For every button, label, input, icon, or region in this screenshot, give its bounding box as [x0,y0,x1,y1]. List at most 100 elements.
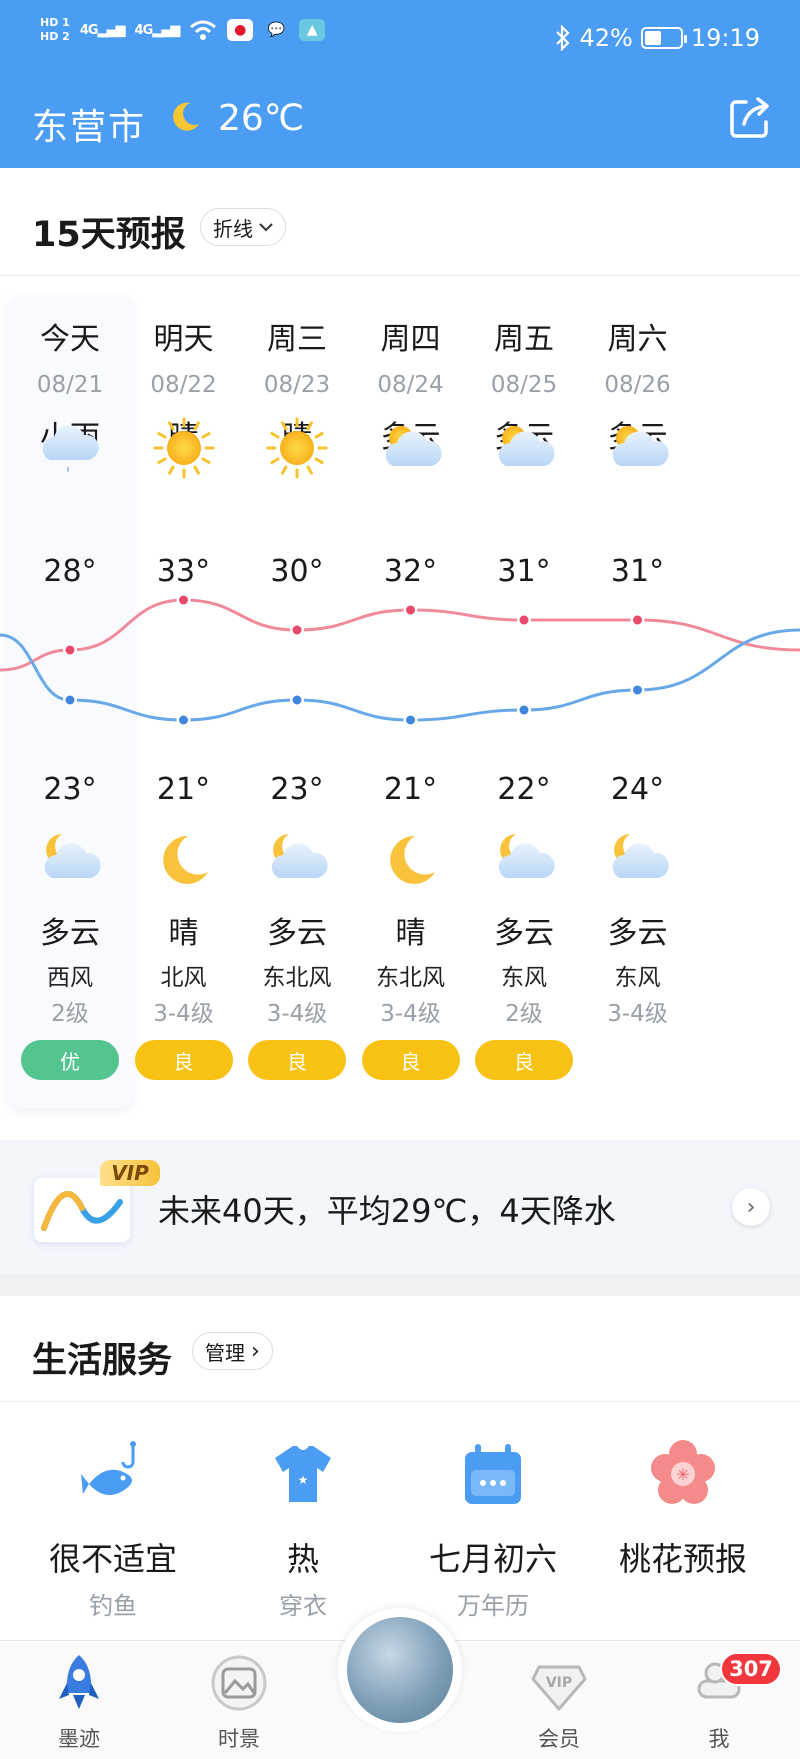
nav-label: 墨迹 [58,1727,100,1751]
trend-chart-icon [34,1178,130,1242]
wind-level: 3-4级 [266,1001,328,1027]
calendar-icon [465,1444,521,1504]
chart-mode-dropdown[interactable]: 折线 [200,208,286,246]
app-notification-icon: ▲ [299,19,326,41]
night-weather: 多云 [267,916,327,951]
rain-cloud-icon [42,425,99,472]
weather-app-screen: HD 1 HD 2 4G▂▄▆ 4G▂▄▆ ● 💬 ▲ 42% 19:19 东营… [0,0,800,1759]
low-temp-point [406,715,415,725]
low-temp-point [519,705,529,715]
manage-button[interactable]: 管理 › [192,1332,273,1370]
aqi-badge: 良 [134,1040,233,1080]
sun-icon [266,417,328,479]
section-divider [0,1274,800,1296]
nav-label: 我 [708,1727,730,1751]
wind-direction: 北风 [160,965,207,991]
wind-direction: 东北风 [376,965,445,991]
night-weather: 多云 [607,916,668,951]
nav-label: 时景 [218,1727,260,1751]
chart-mode-label: 折线 [213,216,253,241]
bluetooth-icon [556,25,571,51]
vip-banner-text: 未来40天，平均29℃，4天降水 [158,1192,616,1230]
city-name[interactable]: 东营市 [32,98,146,150]
service-blossom[interactable]: ✳ 桃花预报 [588,1440,778,1630]
nav-scenery[interactable]: 时景 [184,1653,294,1753]
nav-label: 会员 [538,1727,580,1751]
low-temp-point [179,715,188,725]
sun-icon [153,417,214,479]
weather-globe-button[interactable] [338,1608,462,1732]
chevron-right-icon[interactable]: › [732,1188,770,1226]
day-date: 08/24 [377,372,444,398]
vip-forecast-banner[interactable]: VIP 未来40天，平均29℃，4天降水 › [0,1140,800,1274]
battery-icon [640,27,687,49]
moon-cloud-icon [498,834,555,878]
day-name: 周三 [267,322,327,357]
service-main: 很不适宜 [48,1540,177,1578]
high-temp-point [519,615,529,625]
svg-text:✳: ✳ [676,1465,689,1484]
nav-member[interactable]: VIP 会员 [504,1653,614,1753]
sun-cloud-icon [385,426,442,466]
day-name: 周五 [494,322,554,357]
net2-label: 4G [134,22,154,38]
wind-level: 3-4级 [607,1001,668,1027]
day-name: 今天 [40,322,100,357]
top-bar: HD 1 HD 2 4G▂▄▆ 4G▂▄▆ ● 💬 ▲ 42% 19:19 东营… [0,0,800,168]
day-name: 明天 [153,322,214,357]
chevron-right-icon: › [251,1338,260,1364]
header: 东营市 26℃ [0,84,800,168]
high-temp-point [179,595,188,605]
rocket-icon [59,1655,99,1709]
wind-direction: 东风 [501,965,547,991]
net1-label: 4G [79,22,99,38]
battery-percent: 42% [579,24,633,52]
life-services-header: 生活服务 管理 › [0,1296,800,1402]
low-temp-point [633,685,642,695]
day-date: 08/21 [36,372,104,398]
sun-cloud-icon [612,426,669,466]
signal-1: 4G▂▄▆ [79,22,126,38]
moon-cloud-icon [271,834,328,878]
service-calendar[interactable]: 七月初六 万年历 [398,1440,588,1630]
share-icon[interactable] [726,94,774,142]
service-fishing[interactable]: 很不适宜 钓鱼 [18,1440,208,1630]
night-weather: 多云 [40,916,100,951]
low-temp-point [65,695,75,705]
moon-icon [173,102,199,131]
day-date: 08/25 [490,372,558,398]
vip-badge: VIP [100,1160,160,1186]
current-temperature: 26℃ [218,98,305,139]
night-weather: 晴 [395,916,426,951]
clock: 19:19 [690,24,760,52]
aqi-badge: 良 [248,1040,346,1080]
day-name: 周六 [607,322,668,357]
signal-2: 4G▂▄▆ [134,22,181,38]
nav-moji[interactable]: 墨迹 [24,1653,134,1753]
weibo-icon: ● [227,19,254,41]
vip-icon: VIP [531,1665,587,1711]
forecast-title: 15天预报 [32,215,186,255]
notification-badge: 307 [720,1652,782,1686]
moon-icon [389,835,435,884]
hd-indicator: HD 1 HD 2 [40,16,70,44]
forecast-header: 15天预报 折线 [0,168,800,276]
low-temp-point [292,695,302,705]
status-right: 42% 19:19 [555,24,760,52]
high-temp-point [292,625,302,635]
status-left: HD 1 HD 2 4G▂▄▆ 4G▂▄▆ ● 💬 ▲ [40,16,326,44]
day-date: 08/23 [263,372,331,398]
wind-level: 3-4级 [153,1001,214,1027]
service-main: 热 [286,1540,319,1578]
service-sub: 钓鱼 [89,1592,137,1620]
night-weather: 晴 [168,916,199,951]
wind-level: 3-4级 [380,1001,441,1027]
chevron-down-icon [259,223,273,232]
hd2-label: HD 2 [40,30,70,43]
aqi-badge: 优 [21,1040,119,1080]
high-temp-line [0,598,800,672]
wind-direction: 东北风 [262,965,332,991]
service-clothing[interactable]: ★ 热 穿衣 [208,1440,398,1630]
wind-direction: 东风 [614,965,661,991]
day-date: 08/26 [604,372,671,398]
